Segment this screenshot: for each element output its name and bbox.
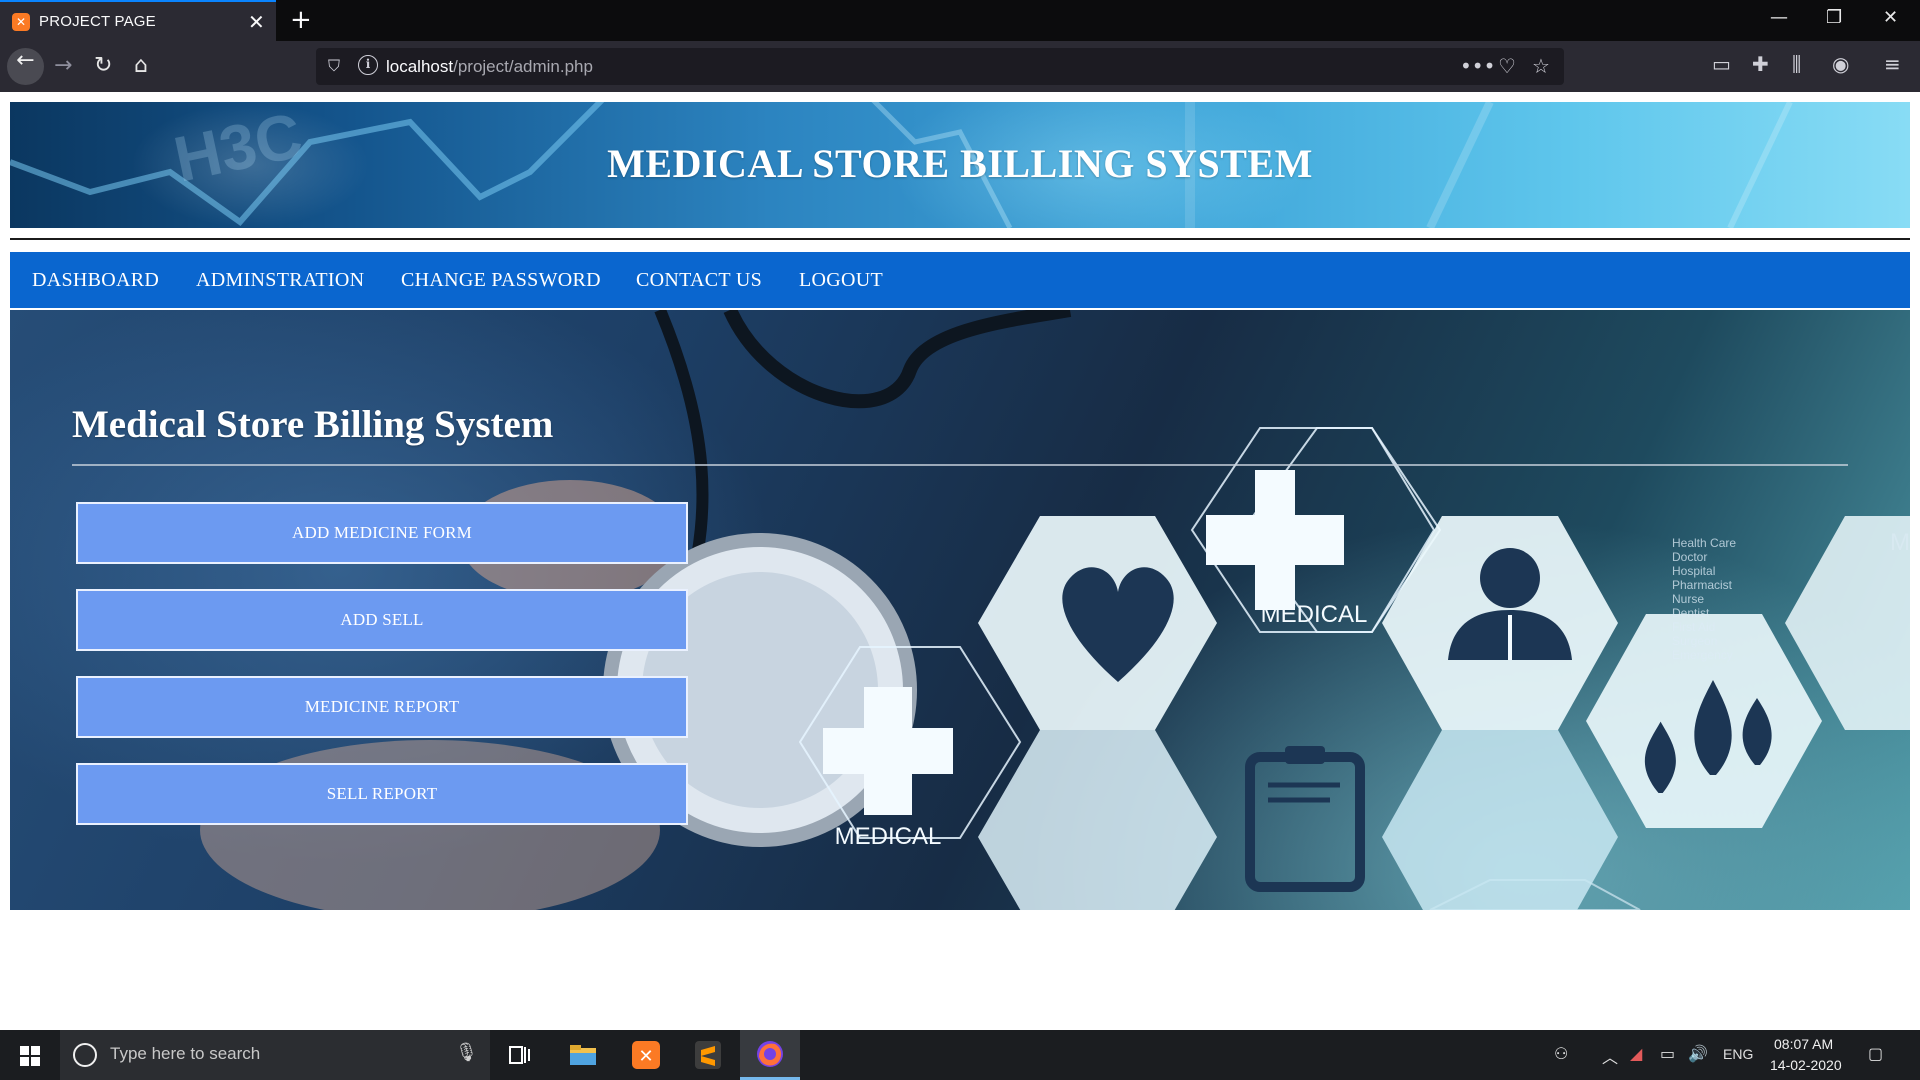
close-tab-icon[interactable]: ✕ — [248, 10, 265, 34]
hero-section: MEDICAL MEDICAL Health Care Doctor Hospi… — [10, 310, 1910, 910]
people-icon[interactable]: ⚇ — [1554, 1044, 1568, 1063]
account-icon[interactable]: ◉ — [1832, 52, 1849, 76]
web-page: H3C MEDICAL STORE BILLING SYSTEM DASHBOA… — [0, 92, 1920, 1030]
browser-tab[interactable]: ✕ PROJECT PAGE ✕ — [0, 0, 276, 41]
medicine-report-button[interactable]: MEDICINE REPORT — [76, 676, 688, 738]
sell-report-button[interactable]: SELL REPORT — [76, 763, 688, 825]
svg-text:Health Care: Health Care — [1672, 536, 1736, 550]
file-explorer-icon[interactable] — [553, 1030, 613, 1080]
forward-arrow-icon[interactable]: → — [54, 53, 72, 78]
menu-item-change-password[interactable]: CHANGE PASSWORD — [401, 269, 601, 292]
firefox-icon[interactable] — [740, 1030, 800, 1080]
menu-hamburger-icon[interactable]: ≡ — [1884, 52, 1901, 76]
svg-text:First Aid: First Aid — [1672, 620, 1715, 634]
add-medicine-form-button[interactable]: ADD MEDICINE FORM — [76, 502, 688, 564]
url-text[interactable]: localhost/project/admin.php — [386, 57, 593, 77]
clock-date[interactable]: 14-02-2020 — [1770, 1057, 1842, 1073]
browser-nav-bar: ← → ↻ ⌂ ⛉ i localhost/project/admin.php … — [0, 41, 1920, 92]
medical-label-top: MEDICAL — [1261, 601, 1368, 628]
reload-icon[interactable]: ↻ — [94, 53, 112, 78]
page-actions-icon[interactable]: ••• — [1460, 54, 1495, 78]
minimize-icon[interactable]: — — [1770, 7, 1788, 28]
menu-item-dashboard[interactable]: DASHBOARD — [32, 269, 159, 292]
site-title: MEDICAL STORE BILLING SYSTEM — [607, 141, 1313, 186]
medical-cross-icon — [1206, 515, 1344, 565]
battery-icon[interactable]: ▭ — [1660, 1044, 1675, 1063]
volume-icon[interactable]: 🔊 — [1688, 1044, 1708, 1063]
extensions-icon[interactable]: ✚ — [1752, 52, 1769, 76]
site-header-banner: H3C MEDICAL STORE BILLING SYSTEM — [10, 102, 1910, 228]
stethoscope-tube-shape — [723, 310, 1072, 409]
svg-text:Emergency: Emergency — [1672, 648, 1733, 662]
svg-text:Hospital: Hospital — [1672, 564, 1715, 578]
show-hidden-icons-icon[interactable]: ︿ — [1602, 1044, 1618, 1068]
cortana-icon[interactable] — [73, 1043, 97, 1067]
person-icon — [1480, 548, 1540, 608]
tracking-shield-icon[interactable]: ⛉ — [328, 56, 340, 76]
address-bar[interactable]: ⛉ i localhost/project/admin.php ••• ♡ ☆ — [316, 48, 1564, 85]
close-window-icon[interactable]: ✕ — [1883, 7, 1898, 28]
svg-text:Pharmacist: Pharmacist — [1672, 578, 1733, 592]
sublime-text-icon[interactable] — [678, 1030, 738, 1080]
search-placeholder: Type here to search — [110, 1044, 261, 1063]
task-view-icon[interactable] — [490, 1030, 550, 1080]
hero-title: Medical Store Billing System — [72, 403, 554, 446]
xampp-icon[interactable]: ✕ — [616, 1030, 676, 1080]
menu-item-contact-us[interactable]: CONTACT US — [636, 269, 762, 292]
bookmark-star-icon[interactable]: ☆ — [1532, 54, 1550, 78]
xampp-favicon-icon: ✕ — [12, 13, 30, 31]
clipboard-icon — [1285, 746, 1325, 764]
add-sell-button[interactable]: ADD SELL — [76, 589, 688, 651]
menu-item-logout[interactable]: LOGOUT — [799, 269, 883, 292]
microphone-icon[interactable]: 🎙 — [455, 1042, 478, 1063]
windows-start-icon[interactable] — [20, 1046, 40, 1066]
menu-item-administration[interactable]: ADMINSTRATION — [196, 269, 364, 292]
back-arrow-icon[interactable]: ← — [7, 48, 44, 85]
svg-text:Dentist: Dentist — [1672, 606, 1710, 620]
medical-label-bottom: MEDICAL — [835, 823, 942, 850]
main-nav-menu: DASHBOARD ADMINSTRATION CHANGE PASSWORD … — [10, 252, 1910, 308]
site-info-icon[interactable]: i — [358, 55, 378, 75]
downloads-folder-icon[interactable]: ▭ — [1712, 52, 1731, 76]
svg-text:✕: ✕ — [638, 1046, 653, 1067]
restore-icon[interactable]: ❐ — [1826, 7, 1842, 28]
svg-text:Doctor: Doctor — [1672, 550, 1707, 564]
edge-letter: M — [1890, 529, 1910, 556]
medical-cross-icon — [823, 728, 953, 774]
svg-text:Surgeon: Surgeon — [1672, 634, 1717, 648]
new-tab-icon[interactable]: + — [290, 5, 312, 35]
taskbar-search-box[interactable]: Type here to search 🎙 — [60, 1030, 490, 1080]
hero-divider — [72, 464, 1848, 466]
pocket-icon[interactable]: ♡ — [1498, 54, 1516, 78]
network-disconnected-icon[interactable]: ◢ — [1630, 1044, 1642, 1063]
language-indicator[interactable]: ENG — [1723, 1046, 1753, 1062]
notifications-icon[interactable]: ▢ — [1868, 1044, 1883, 1063]
svg-text:Nurse: Nurse — [1672, 592, 1704, 606]
browser-tab-bar: ✕ PROJECT PAGE ✕ + — ❐ ✕ — [0, 0, 1920, 41]
windows-taskbar: Type here to search 🎙 ✕ ⚇ ︿ ◢ ▭ 🔊 ENG 08… — [0, 1030, 1920, 1080]
tab-title: PROJECT PAGE — [39, 13, 156, 30]
library-icon[interactable]: ⫼ — [1792, 52, 1801, 76]
home-icon[interactable]: ⌂ — [134, 53, 148, 78]
header-divider — [10, 238, 1910, 240]
clock-time[interactable]: 08:07 AM — [1774, 1036, 1833, 1052]
clipboard-icon — [1245, 752, 1365, 892]
